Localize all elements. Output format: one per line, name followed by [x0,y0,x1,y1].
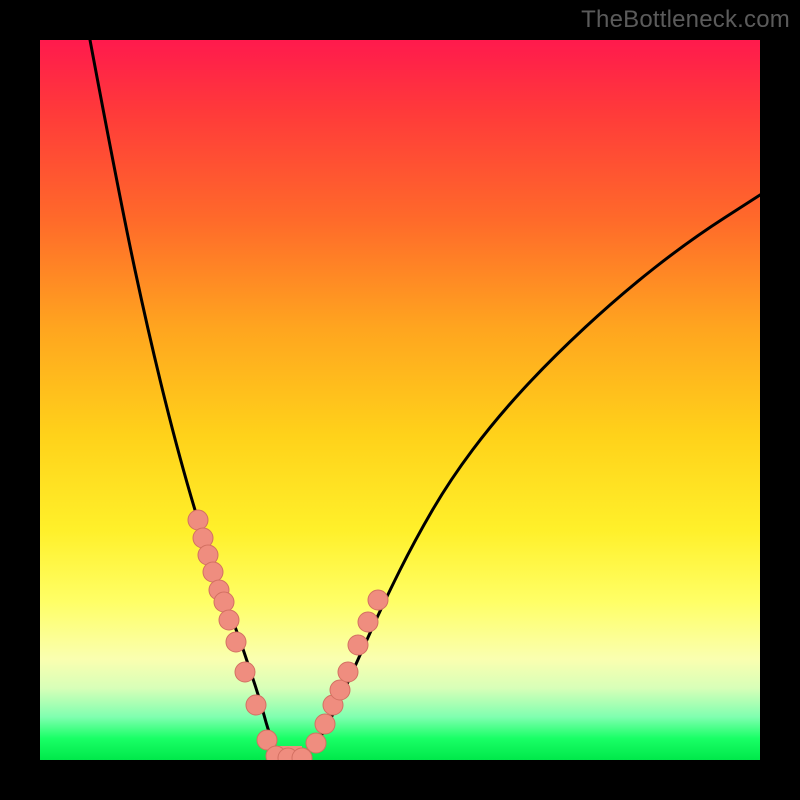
data-marker [235,662,255,682]
marker-group [188,510,388,760]
bottleneck-curve [90,40,760,758]
data-marker [214,592,234,612]
data-marker [226,632,246,652]
watermark-label: TheBottleneck.com [581,6,790,34]
plot-area [40,40,760,760]
data-marker [330,680,350,700]
data-marker [315,714,335,734]
chart-frame: TheBottleneck.com [0,0,800,800]
data-marker [358,612,378,632]
data-marker [203,562,223,582]
data-marker [306,733,326,753]
data-marker [368,590,388,610]
data-marker [338,662,358,682]
curve-svg [40,40,760,760]
data-marker [188,510,208,530]
data-marker [219,610,239,630]
data-marker [246,695,266,715]
data-marker [348,635,368,655]
